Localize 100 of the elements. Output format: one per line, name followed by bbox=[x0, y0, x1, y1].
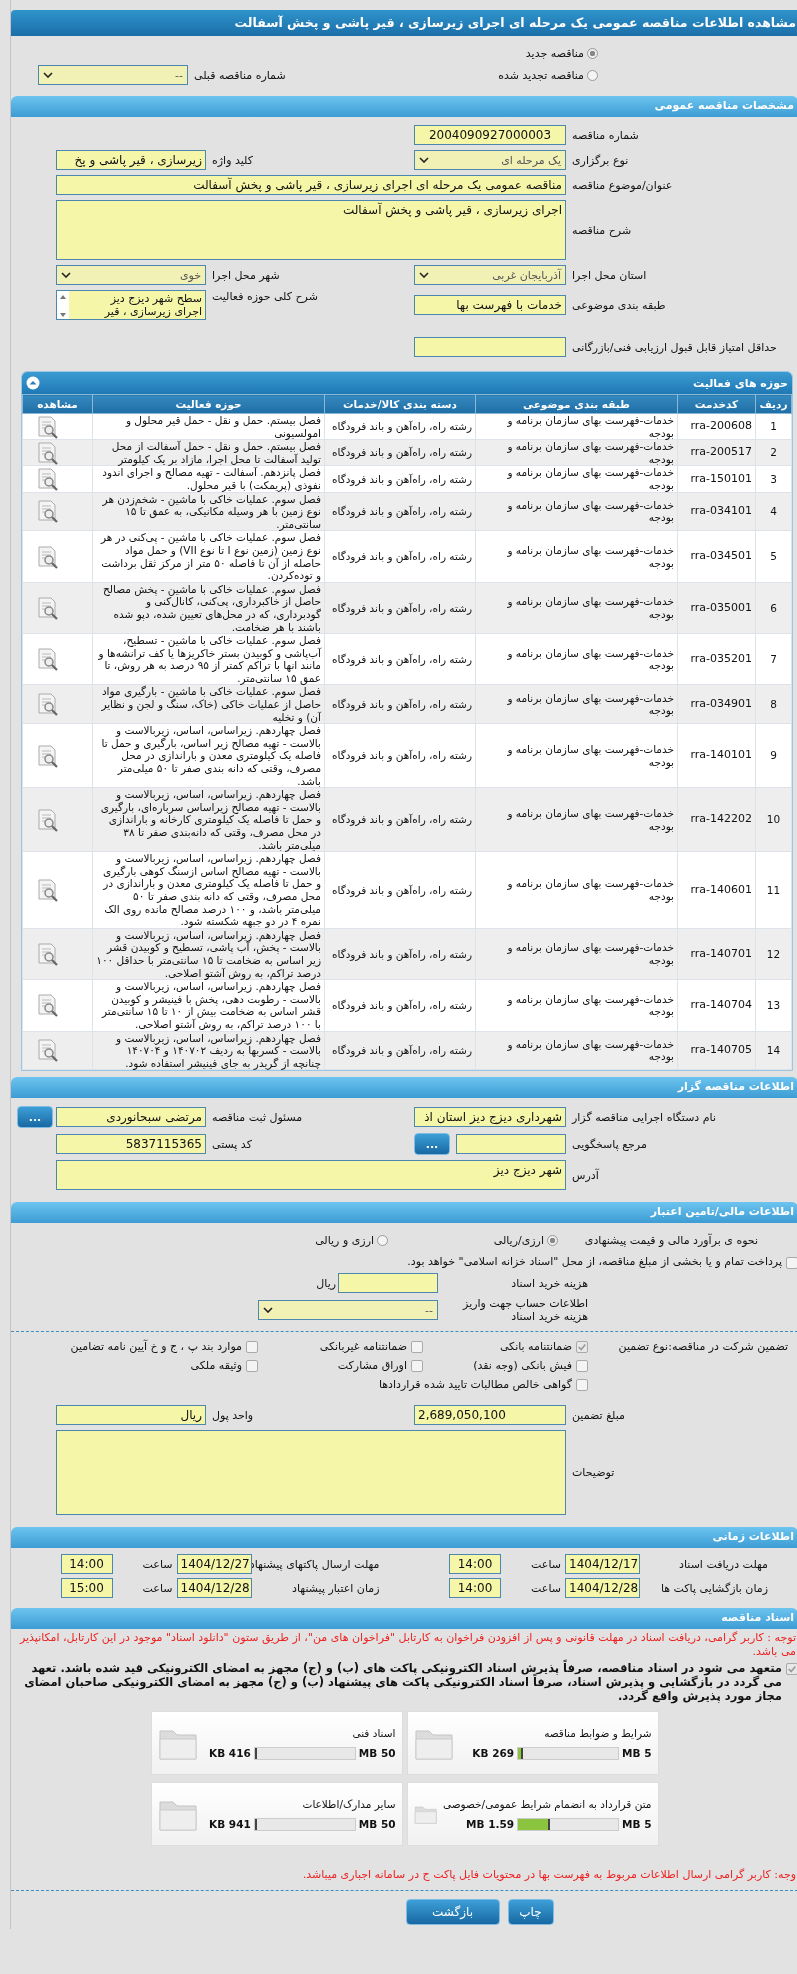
time-field[interactable]: 14:00 bbox=[60, 1554, 113, 1575]
document-cost-field[interactable] bbox=[338, 1273, 438, 1294]
used-size: 1.59 MB bbox=[466, 1818, 515, 1831]
view-document-icon[interactable] bbox=[35, 595, 60, 620]
date-field[interactable]: 1404/12/28 bbox=[176, 1578, 252, 1599]
view-document-icon[interactable] bbox=[35, 1038, 60, 1063]
category-field[interactable]: خدمات با فهرست بها bbox=[414, 295, 566, 315]
address-field[interactable]: شهر دیزج دیز bbox=[56, 1160, 566, 1191]
checkbox[interactable] bbox=[411, 1359, 423, 1372]
radio-label: ارزی و ریالی bbox=[315, 1233, 374, 1247]
table-cell: خدمات-فهرست بهای سازمان برنامه و بودجه bbox=[475, 851, 678, 929]
previous-tender-dropdown[interactable]: -- bbox=[38, 65, 188, 85]
table-cell: 7 bbox=[755, 633, 792, 685]
chevron-icon bbox=[43, 72, 53, 78]
field-label: شرح کلی حوزه فعالیت bbox=[211, 290, 319, 303]
table-cell: خدمات-فهرست بهای سازمان برنامه و بودجه bbox=[475, 787, 678, 852]
radio-label: ارزی/ریالی bbox=[493, 1233, 544, 1247]
subject-field[interactable]: مناقصه عمومی یک مرحله ای اجرای زیرسازی ، قیر پاشی و پخش آسفالت bbox=[56, 175, 566, 195]
checkbox-label: گواهی خالص مطالبات تایید شده قراردادها bbox=[378, 1378, 572, 1392]
date-field[interactable]: 1404/12/17 bbox=[565, 1554, 640, 1575]
tender-number-field[interactable]: 2004090927000003 bbox=[414, 125, 566, 145]
checkbox[interactable] bbox=[246, 1340, 258, 1353]
table-cell: خدمات-فهرست بهای سازمان برنامه و بودجه bbox=[475, 633, 678, 685]
checkbox[interactable] bbox=[576, 1378, 588, 1391]
guarantee-amount-field[interactable]: 2,689,050,100 bbox=[414, 1405, 566, 1426]
radio-button[interactable] bbox=[377, 1234, 388, 1246]
city-dropdown[interactable]: خوی bbox=[56, 265, 206, 285]
view-document-icon[interactable] bbox=[35, 647, 60, 672]
panel-title: حوزه های فعالیت bbox=[693, 376, 788, 390]
table-cell: 1 bbox=[755, 413, 792, 440]
table-cell: خدمات-فهرست بهای سازمان برنامه و بودجه bbox=[475, 530, 678, 583]
table-cell: فصل بیستم. حمل و نقل - حمل آسفالت از محل تولید آسفالت تا محل اجرا، مازاد بر یک کیلومتر bbox=[92, 439, 325, 466]
view-document-icon[interactable] bbox=[35, 544, 60, 569]
radio-label: مناقصه تجدید شده bbox=[497, 68, 584, 82]
view-document-icon[interactable] bbox=[35, 743, 60, 768]
checkbox-label: وثیقه ملکی bbox=[190, 1359, 242, 1373]
checkbox[interactable] bbox=[246, 1359, 258, 1372]
postal-code-field[interactable]: 5837115365 bbox=[56, 1134, 206, 1155]
column-header: کدخدمت bbox=[677, 394, 756, 414]
view-document-icon[interactable] bbox=[35, 692, 60, 717]
view-document-icon[interactable] bbox=[35, 414, 60, 439]
view-document-icon[interactable] bbox=[35, 440, 60, 465]
time-field[interactable]: 14:00 bbox=[449, 1578, 501, 1599]
browse-button[interactable]: ... bbox=[414, 1133, 450, 1156]
action-button[interactable]: بازگشت bbox=[405, 1899, 500, 1926]
scrollbar[interactable] bbox=[57, 291, 69, 319]
field-label: نام دستگاه اجرایی مناقصه گزار bbox=[570, 1110, 717, 1124]
field-label: شهر محل اجرا bbox=[211, 268, 281, 282]
organization-field[interactable]: شهرداری دیزج دیز استان اذ bbox=[414, 1107, 566, 1128]
notes-field[interactable] bbox=[56, 1430, 566, 1516]
view-document-icon[interactable] bbox=[35, 466, 60, 491]
checkbox[interactable] bbox=[786, 1257, 797, 1270]
table-cell: رشته راه، راه‌آهن و باند فرودگاه bbox=[324, 530, 476, 583]
activity-scope-listbox[interactable]: سطح شهر دیزج دیز اجرای زیرسازی ، قیر bbox=[56, 290, 206, 320]
view-document-icon[interactable] bbox=[35, 877, 60, 902]
radio-button[interactable] bbox=[587, 69, 598, 81]
holding-type-dropdown[interactable]: یک مرحله ای bbox=[414, 150, 566, 170]
table-cell: 4 bbox=[755, 492, 792, 531]
field-label: ساعت bbox=[141, 1581, 174, 1595]
field-label: نوع تضمین bbox=[617, 1340, 668, 1354]
description-field[interactable]: اجرای زیرسازی ، قیر پاشی و پخش آسفالت bbox=[56, 200, 566, 260]
table-cell: rra-142202 bbox=[677, 787, 756, 852]
reference-field[interactable] bbox=[456, 1134, 566, 1155]
checkbox[interactable] bbox=[576, 1359, 588, 1372]
checkbox[interactable] bbox=[411, 1340, 423, 1353]
table-cell: رشته راه، راه‌آهن و باند فرودگاه bbox=[324, 787, 476, 852]
time-field[interactable]: 15:00 bbox=[60, 1578, 113, 1599]
min-score-field[interactable] bbox=[414, 337, 566, 357]
radio-button[interactable] bbox=[547, 1234, 558, 1246]
checkbox[interactable] bbox=[576, 1340, 588, 1353]
view-document-icon[interactable] bbox=[35, 499, 60, 524]
size-limit: 5 MB bbox=[622, 1818, 652, 1831]
checkbox-label: ضمانتنامه بانکی bbox=[499, 1340, 572, 1354]
table-cell: rra-200517 bbox=[677, 439, 756, 466]
view-document-icon[interactable] bbox=[35, 807, 60, 832]
column-header: ردیف bbox=[755, 394, 792, 414]
time-field[interactable]: 14:00 bbox=[449, 1554, 501, 1575]
currency-field[interactable]: ریال bbox=[56, 1405, 206, 1426]
table-cell: rra-150101 bbox=[677, 465, 756, 493]
field-label: مهلت ارسال پاکتهای پیشنهاد bbox=[251, 1557, 380, 1571]
view-document-icon[interactable] bbox=[35, 993, 60, 1018]
action-button[interactable]: چاپ bbox=[507, 1899, 554, 1926]
checkbox[interactable] bbox=[786, 1663, 797, 1676]
browse-button[interactable]: ... bbox=[17, 1106, 53, 1129]
field-label: مسئول ثبت مناقصه bbox=[211, 1110, 304, 1124]
date-field[interactable]: 1404/12/27 bbox=[176, 1554, 252, 1575]
date-field[interactable]: 1404/12/28 bbox=[565, 1578, 640, 1599]
collapse-icon[interactable] bbox=[26, 376, 40, 390]
table-cell: رشته راه، راه‌آهن و باند فرودگاه bbox=[324, 413, 476, 440]
registrar-field[interactable]: مرتضی سبحانوردی bbox=[56, 1107, 206, 1128]
province-dropdown[interactable]: آذربایجان غربی bbox=[414, 265, 566, 285]
keyword-field[interactable]: زیرسازی ، قیر پاشی و پخ bbox=[56, 150, 206, 170]
radio-button[interactable] bbox=[587, 47, 598, 59]
file-title: متن قرارداد به انضمام شرایط عمومی/خصوصی bbox=[442, 1797, 652, 1810]
table-cell: 5 bbox=[755, 530, 792, 583]
view-document-icon[interactable] bbox=[35, 941, 60, 966]
radio-label: مناقصه جدید bbox=[524, 46, 584, 60]
field-label: کد پستی bbox=[211, 1137, 253, 1151]
checkbox-label: ضمانتنامه غیربانکی bbox=[319, 1340, 407, 1354]
account-dropdown[interactable]: -- bbox=[258, 1300, 438, 1321]
